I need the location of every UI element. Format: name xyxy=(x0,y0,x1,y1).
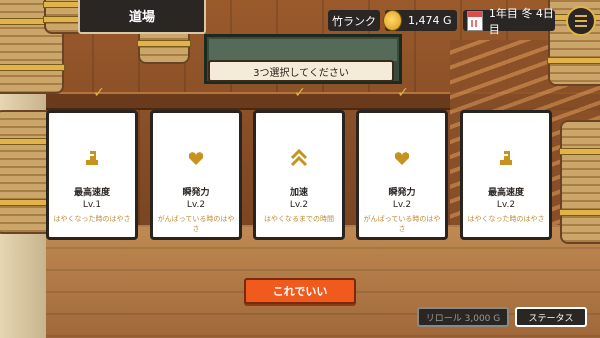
card-skill-name: 最高速度 xyxy=(73,188,110,198)
status-button[interactable]: ステータス xyxy=(515,307,587,327)
calendar-icon xyxy=(467,10,483,31)
date-display: 1年目 冬 4日目 xyxy=(463,7,555,36)
menu-button[interactable] xyxy=(566,6,596,36)
card-description: はやくなるまでの時間 xyxy=(264,215,334,223)
board-panel xyxy=(209,39,397,61)
confirm-button[interactable]: これでいい xyxy=(244,278,356,304)
card-level: Lv.2 xyxy=(289,200,309,210)
heart-icon xyxy=(395,152,409,165)
menu-icon-line xyxy=(575,25,587,27)
gold-display: 1,474 G xyxy=(383,10,457,31)
menu-icon-line xyxy=(575,20,587,22)
boot-icon xyxy=(86,151,98,165)
skill-card[interactable]: 最高速度 Lv.1 はやくなった時のはやさ xyxy=(46,110,138,240)
location-title: 道場 xyxy=(78,0,206,34)
check-icon: ✓ xyxy=(397,85,409,101)
double-chevron-up-icon xyxy=(290,148,308,167)
barrel-right-bottom xyxy=(559,120,600,244)
card-skill-name: 瞬発力 xyxy=(388,188,416,198)
card-skill-name: 瞬発力 xyxy=(182,188,210,198)
card-description: がんばっている時のはやさ xyxy=(157,215,235,233)
date-label: 1年目 冬 4日目 xyxy=(488,6,554,36)
rank-badge: 竹ランク xyxy=(328,10,380,31)
card-level: Lv.2 xyxy=(496,200,516,210)
coin-icon xyxy=(383,10,402,31)
skill-card[interactable]: 瞬発力 Lv.2 がんばっている時のはやさ xyxy=(356,110,448,240)
instruction-text: 3つ選択してください xyxy=(208,60,394,82)
card-level: Lv.2 xyxy=(392,200,412,210)
card-description: がんばっている時のはやさ xyxy=(363,215,441,233)
card-level: Lv.1 xyxy=(82,200,102,210)
check-icon: ✓ xyxy=(294,85,306,101)
card-level: Lv.2 xyxy=(186,200,206,210)
card-description: はやくなった時のはやさ xyxy=(467,215,545,223)
check-icon: ✓ xyxy=(93,85,105,101)
menu-icon-line xyxy=(575,15,587,17)
skill-card[interactable]: 瞬発力 Lv.2 がんばっている時のはやさ xyxy=(150,110,242,240)
card-skill-name: 最高速度 xyxy=(487,188,524,198)
skill-card[interactable]: 加速 Lv.2 はやくなるまでの時間 xyxy=(253,110,345,240)
boot-icon xyxy=(500,151,512,165)
card-description: はやくなった時のはやさ xyxy=(53,215,131,223)
rank-label: 竹ランク xyxy=(332,14,376,28)
heart-icon xyxy=(189,152,203,165)
reroll-button[interactable]: リロール 3,000 G xyxy=(417,307,509,327)
card-skill-name: 加速 xyxy=(289,188,308,198)
skill-card[interactable]: 最高速度 Lv.2 はやくなった時のはやさ xyxy=(460,110,552,240)
gold-amount: 1,474 G xyxy=(408,14,452,27)
